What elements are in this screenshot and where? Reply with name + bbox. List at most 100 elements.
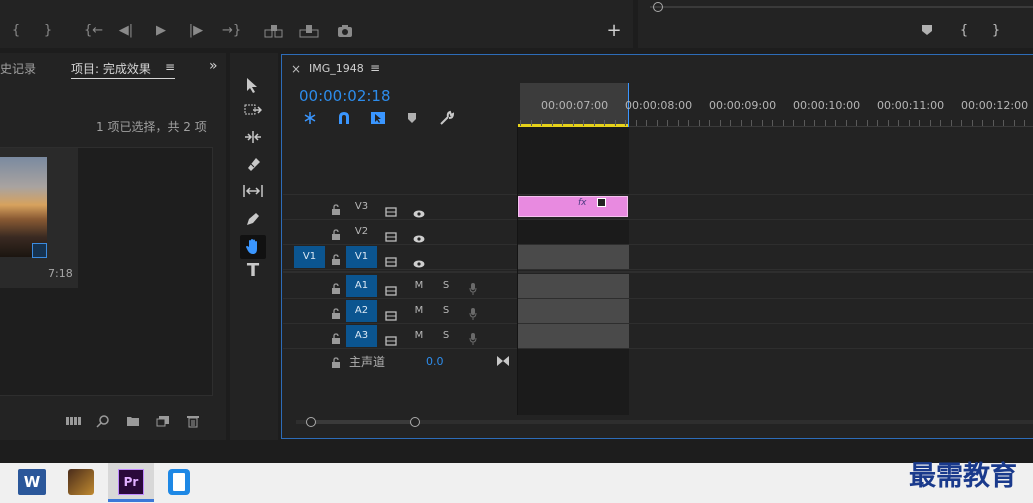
linked-selection-icon[interactable] bbox=[370, 111, 386, 125]
ruler-tick bbox=[709, 120, 710, 126]
mute-button[interactable]: M bbox=[413, 330, 425, 341]
search-icon[interactable] bbox=[96, 414, 110, 428]
a2-track-lane[interactable] bbox=[518, 299, 629, 323]
master-volume-value[interactable]: 0.0 bbox=[426, 355, 444, 368]
solo-button[interactable]: S bbox=[440, 280, 452, 291]
timeline-scroll-handle-right[interactable] bbox=[410, 417, 420, 427]
insert-icon[interactable] bbox=[264, 24, 284, 38]
eye-icon[interactable] bbox=[413, 228, 425, 247]
timeline-scrollbar-thumb[interactable] bbox=[306, 420, 416, 424]
eye-icon[interactable] bbox=[413, 253, 425, 272]
new-item-icon[interactable] bbox=[156, 415, 170, 427]
track-target-a3[interactable]: A3 bbox=[346, 325, 377, 347]
program-scrubber-handle[interactable] bbox=[653, 2, 663, 12]
track-lock-icon[interactable] bbox=[331, 251, 341, 265]
word-app-icon[interactable]: W bbox=[18, 469, 46, 495]
timeline-close-icon[interactable]: × bbox=[291, 62, 301, 76]
eye-icon[interactable] bbox=[413, 203, 425, 222]
track-lock-icon[interactable] bbox=[331, 226, 341, 240]
track-target-v1[interactable]: V1 bbox=[346, 246, 377, 268]
sequence-tab-name[interactable]: IMG_1948 bbox=[309, 62, 364, 75]
snap-icon[interactable] bbox=[336, 111, 352, 125]
toggle-sync-lock-icon[interactable] bbox=[385, 306, 397, 325]
ruler-tick bbox=[930, 120, 931, 126]
track-target-v3[interactable]: V3 bbox=[346, 196, 377, 218]
voice-over-mic-icon[interactable] bbox=[469, 280, 477, 299]
v2-track-lane[interactable] bbox=[518, 220, 629, 244]
toggle-sync-lock-icon[interactable] bbox=[385, 227, 397, 246]
mark-out-icon[interactable]: } bbox=[990, 24, 1002, 38]
pen-tool[interactable] bbox=[245, 211, 261, 227]
timeline-settings-icon[interactable] bbox=[438, 110, 454, 126]
tab-project[interactable]: 项目: 完成效果 bbox=[71, 60, 151, 77]
track-lock-icon[interactable] bbox=[331, 280, 341, 294]
master-end-icon[interactable] bbox=[497, 351, 509, 370]
add-marker-icon[interactable] bbox=[921, 24, 933, 36]
selection-tool[interactable] bbox=[245, 77, 261, 93]
v1-track-lane[interactable] bbox=[518, 245, 629, 269]
slip-tool[interactable] bbox=[243, 184, 263, 198]
overwrite-icon[interactable] bbox=[299, 24, 319, 38]
export-frame-icon[interactable] bbox=[337, 24, 353, 38]
ruler-tick bbox=[1003, 120, 1004, 126]
razor-tool[interactable] bbox=[245, 156, 261, 172]
master-lock-icon[interactable] bbox=[331, 354, 341, 368]
mark-in-icon[interactable]: { bbox=[10, 24, 22, 38]
add-marker-icon[interactable] bbox=[406, 112, 418, 124]
mute-button[interactable]: M bbox=[413, 280, 425, 291]
ruler-tick bbox=[825, 120, 826, 126]
toggle-sync-lock-icon[interactable] bbox=[385, 281, 397, 300]
new-bin-icon[interactable] bbox=[126, 415, 140, 427]
a1-track-lane[interactable] bbox=[518, 274, 629, 298]
mark-in-icon[interactable]: { bbox=[958, 24, 970, 38]
sequence-tab-menu-icon[interactable]: ≡ bbox=[370, 61, 380, 75]
program-scrubber-track[interactable] bbox=[650, 6, 1033, 8]
ruler-tick bbox=[856, 120, 857, 126]
source-patch-v1[interactable]: V1 bbox=[294, 246, 325, 268]
add-button[interactable]: + bbox=[606, 22, 622, 40]
voice-over-mic-icon[interactable] bbox=[469, 330, 477, 349]
track-select-tool[interactable] bbox=[244, 103, 262, 117]
voice-over-mic-icon[interactable] bbox=[469, 305, 477, 324]
ripple-edit-tool[interactable] bbox=[244, 130, 262, 144]
ruler-tick bbox=[909, 120, 910, 126]
go-to-in-icon[interactable]: {← bbox=[84, 24, 103, 38]
type-tool[interactable]: T bbox=[244, 262, 262, 280]
step-back-icon[interactable]: ◀| bbox=[118, 24, 134, 38]
ruler-tick bbox=[961, 120, 962, 126]
project-tab-menu-icon[interactable]: ≡ bbox=[165, 60, 175, 74]
watermark: 最需教育 bbox=[909, 461, 1017, 492]
go-to-out-icon[interactable]: →} bbox=[222, 24, 241, 38]
panel-overflow-icon[interactable]: » bbox=[209, 58, 218, 74]
step-forward-icon[interactable]: |▶ bbox=[188, 24, 204, 38]
solo-button[interactable]: S bbox=[440, 305, 452, 316]
v3-clip[interactable] bbox=[518, 196, 628, 217]
toggle-sync-lock-icon[interactable] bbox=[385, 331, 397, 350]
premiere-app-icon[interactable]: Pr bbox=[118, 469, 144, 495]
phone-app-screen bbox=[173, 473, 185, 491]
mute-button[interactable]: M bbox=[413, 305, 425, 316]
track-target-a1[interactable]: A1 bbox=[346, 275, 377, 297]
clip-thumbnail[interactable] bbox=[0, 157, 47, 257]
mark-out-icon[interactable]: } bbox=[42, 24, 54, 38]
media-app-icon[interactable] bbox=[68, 469, 94, 495]
track-lock-icon[interactable] bbox=[331, 201, 341, 215]
tab-history[interactable]: 史记录 bbox=[0, 60, 36, 77]
track-lock-icon[interactable] bbox=[331, 305, 341, 319]
nest-sequence-icon[interactable] bbox=[302, 111, 318, 125]
play-icon[interactable]: ▶ bbox=[153, 24, 169, 38]
toggle-sync-lock-icon[interactable] bbox=[385, 202, 397, 221]
hand-tool[interactable] bbox=[245, 238, 261, 256]
track-target-a2[interactable]: A2 bbox=[346, 300, 377, 322]
timeline-scroll-handle-left[interactable] bbox=[306, 417, 316, 427]
ruler-tick bbox=[919, 120, 920, 126]
ruler-tick bbox=[951, 120, 952, 126]
a3-track-lane[interactable] bbox=[518, 324, 629, 348]
playhead-timecode[interactable]: 00:00:02:18 bbox=[299, 87, 391, 105]
solo-button[interactable]: S bbox=[440, 330, 452, 341]
trash-icon[interactable] bbox=[187, 414, 199, 428]
toggle-sync-lock-icon[interactable] bbox=[385, 252, 397, 271]
track-lock-icon[interactable] bbox=[331, 330, 341, 344]
track-target-v2[interactable]: V2 bbox=[346, 221, 377, 243]
list-view-icon[interactable] bbox=[66, 416, 82, 426]
